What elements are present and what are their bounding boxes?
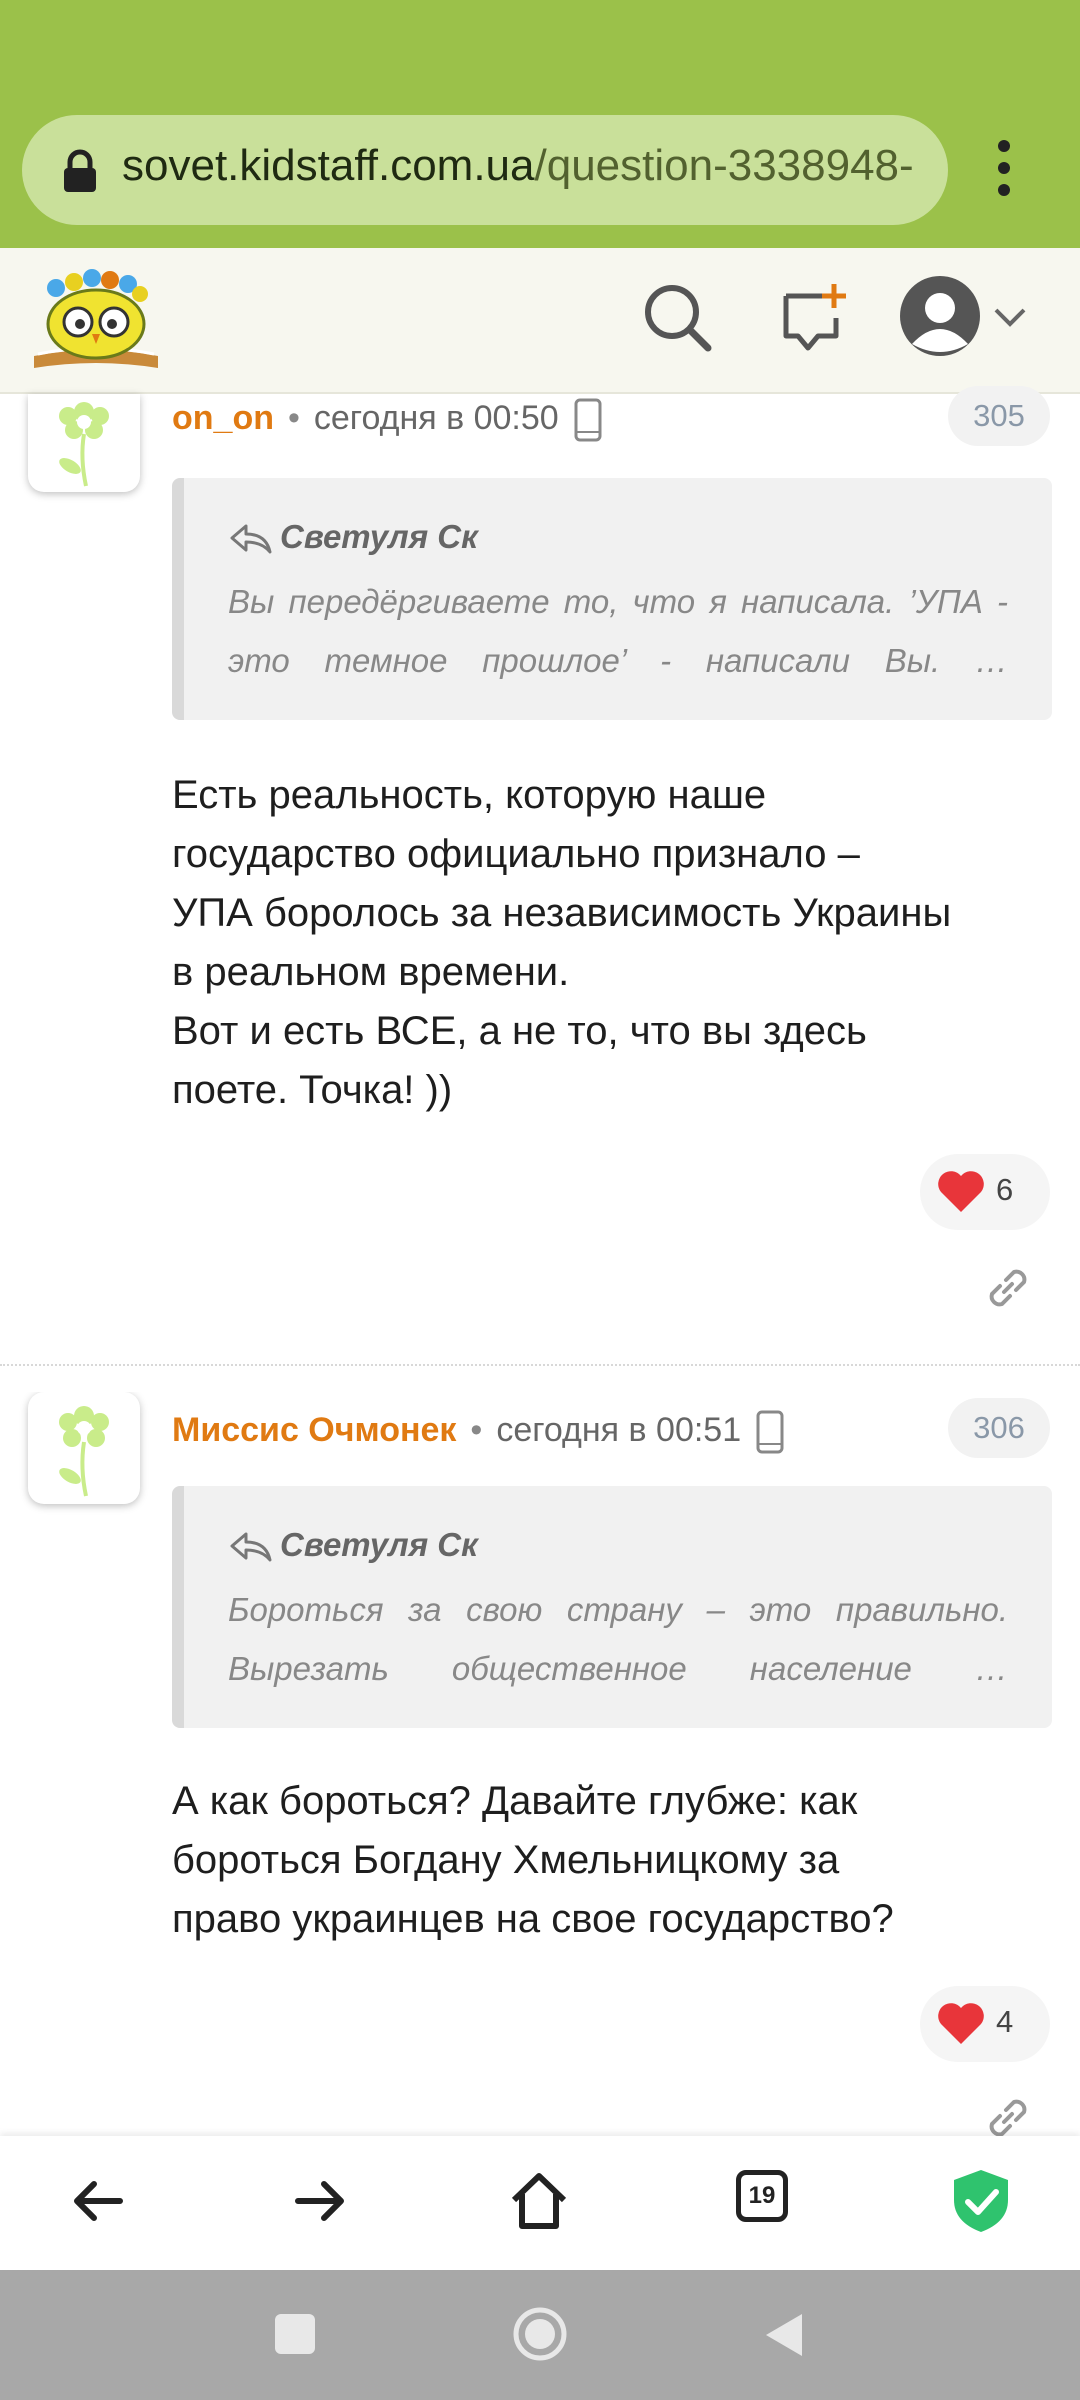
chevron-down-icon[interactable] bbox=[990, 296, 1030, 336]
forward-arrow-icon[interactable] bbox=[284, 2166, 354, 2236]
browser-top-bar: sovet.kidstaff.com.ua/question-3338948- bbox=[0, 0, 1080, 248]
url-text[interactable]: sovet.kidstaff.com.ua/question-3338948- bbox=[122, 141, 934, 191]
avatar[interactable] bbox=[28, 394, 140, 492]
post-divider bbox=[0, 1364, 1080, 1366]
tabs-counter-button[interactable]: 19 bbox=[736, 2170, 788, 2222]
mobile-device-icon bbox=[756, 1410, 784, 1454]
shield-check-icon[interactable] bbox=[946, 2166, 1016, 2236]
quote-block[interactable]: Светуля Ск Бороться за свою страну – это… bbox=[172, 1486, 1052, 1728]
post-body: А как бороться? Давайте глубже: как боро… bbox=[172, 1779, 894, 1941]
like-button[interactable]: 4 bbox=[920, 1986, 1050, 2062]
quote-text: Бороться за свою страну – это правильно.… bbox=[228, 1591, 1008, 1687]
quote-block[interactable]: Светуля Ск Вы передёргиваете то, что я н… bbox=[172, 478, 1052, 720]
browser-bottom-toolbar: 19 bbox=[0, 2136, 1080, 2270]
site-header bbox=[0, 248, 1080, 394]
recent-apps-icon[interactable] bbox=[275, 2314, 315, 2354]
lock-icon bbox=[64, 149, 96, 192]
reply-arrow-icon bbox=[230, 1532, 272, 1562]
search-icon[interactable] bbox=[638, 278, 718, 358]
heart-icon bbox=[938, 1171, 984, 1212]
post-time: сегодня в 00:50 bbox=[313, 398, 559, 437]
flower-avatar-icon bbox=[59, 1406, 109, 1497]
quote-text: Вы передёргиваете то, что я написала. ’У… bbox=[228, 583, 1008, 679]
author-name[interactable]: Миссис Очмонек bbox=[172, 1411, 456, 1449]
post-time: сегодня в 00:51 bbox=[496, 1410, 742, 1449]
like-button[interactable]: 6 bbox=[920, 1154, 1050, 1230]
mobile-device-icon bbox=[574, 398, 602, 442]
heart-icon bbox=[938, 2003, 984, 2044]
system-nav-bar bbox=[0, 2270, 1080, 2400]
quote-author: Светуля Ск bbox=[228, 518, 478, 556]
new-message-icon[interactable] bbox=[772, 278, 852, 358]
back-arrow-icon[interactable] bbox=[64, 2166, 134, 2236]
browser-menu-icon[interactable] bbox=[990, 140, 1018, 200]
comment-post: on_on • сегодня в 00:50 305 Светуля Ск Вы … bbox=[0, 386, 1080, 1364]
post-meta: on_on • сегодня в 00:50 bbox=[172, 398, 603, 442]
post-body: Есть реальность, которую наше государств… bbox=[172, 773, 952, 1112]
avatar[interactable] bbox=[28, 1392, 140, 1504]
logo-owl-icon[interactable] bbox=[30, 264, 162, 374]
nav-back-icon[interactable] bbox=[760, 2310, 808, 2360]
flower-avatar-icon bbox=[59, 402, 109, 487]
address-bar[interactable]: sovet.kidstaff.com.ua/question-3338948- bbox=[22, 115, 948, 225]
comment-post: Миссис Очмонек • сегодня в 00:51 306 Свету… bbox=[0, 1392, 1080, 2136]
user-avatar-icon[interactable] bbox=[898, 274, 982, 358]
permalink-icon[interactable] bbox=[982, 1262, 1034, 1314]
post-meta: Миссис Очмонек • сегодня в 00:51 bbox=[172, 1410, 785, 1454]
nav-home-icon[interactable] bbox=[512, 2306, 568, 2362]
like-count: 4 bbox=[996, 2004, 1014, 2039]
post-number[interactable]: 306 bbox=[948, 1398, 1050, 1458]
like-count: 6 bbox=[996, 1172, 1014, 1207]
permalink-icon[interactable] bbox=[982, 2092, 1034, 2136]
home-icon[interactable] bbox=[504, 2166, 574, 2236]
post-number[interactable]: 305 bbox=[948, 386, 1050, 446]
quote-author: Светуля Ск bbox=[228, 1526, 478, 1564]
author-name[interactable]: on_on bbox=[172, 399, 274, 437]
reply-arrow-icon bbox=[230, 524, 272, 554]
